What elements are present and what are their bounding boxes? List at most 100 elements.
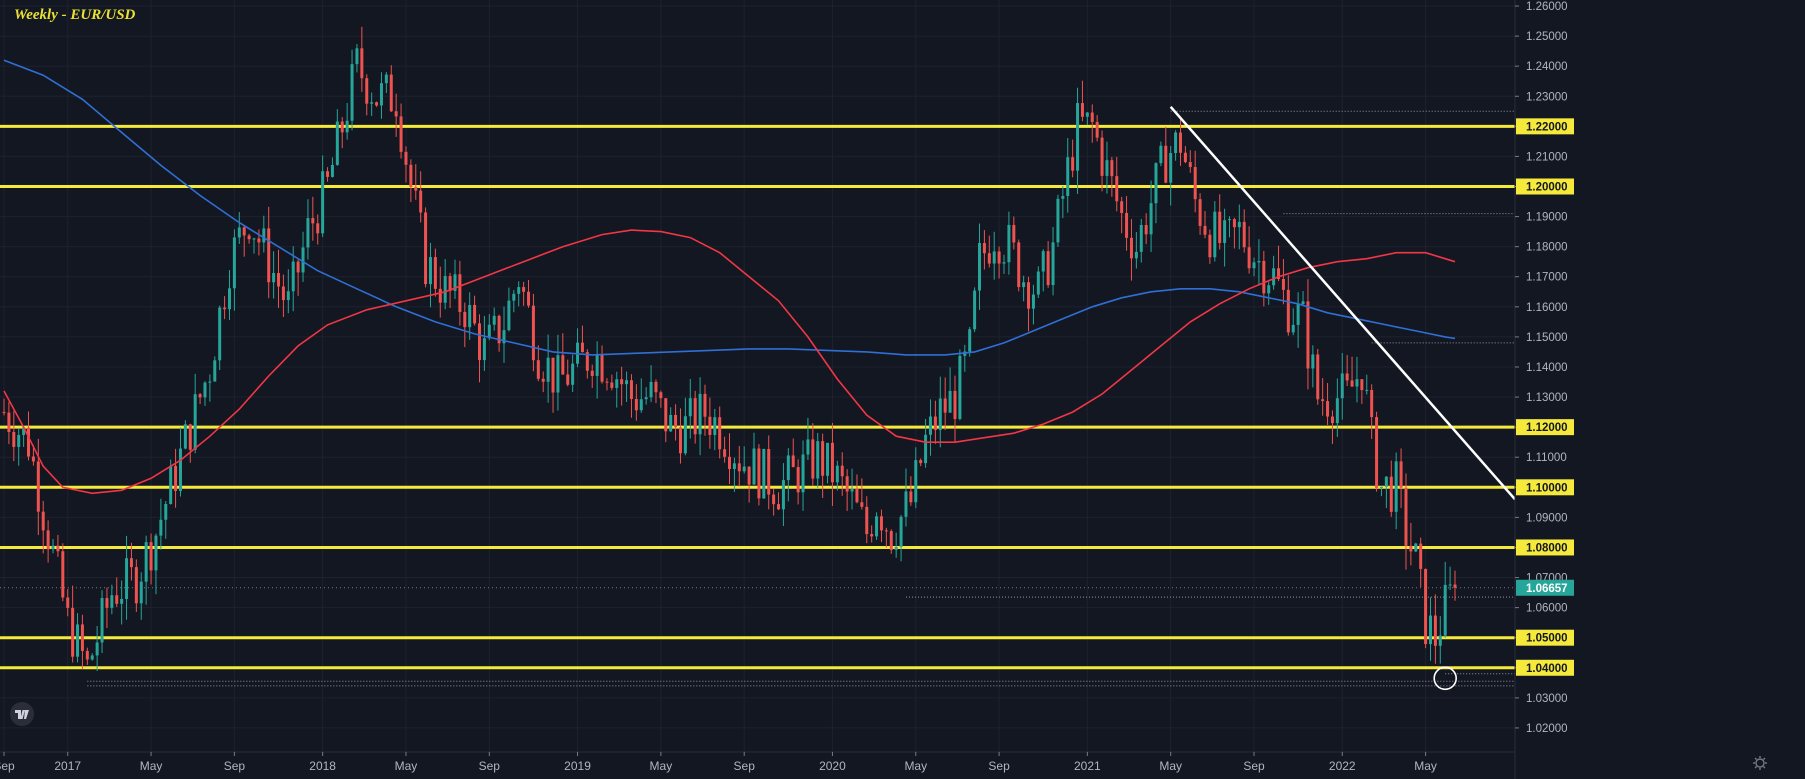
candle-body[interactable]: [1252, 262, 1256, 269]
candle-body[interactable]: [713, 417, 717, 435]
candle-body[interactable]: [1115, 176, 1119, 202]
candle-body[interactable]: [1071, 157, 1075, 171]
candle-body[interactable]: [1321, 399, 1325, 402]
candle-body[interactable]: [193, 394, 197, 450]
candle-body[interactable]: [345, 120, 349, 133]
candle-body[interactable]: [1061, 195, 1065, 199]
candle-body[interactable]: [384, 74, 388, 84]
candle-body[interactable]: [492, 315, 496, 325]
candle-body[interactable]: [561, 355, 565, 375]
candle-body[interactable]: [1360, 379, 1364, 391]
candle-body[interactable]: [899, 516, 903, 547]
candle-body[interactable]: [115, 595, 119, 604]
candle-body[interactable]: [1232, 219, 1236, 228]
candle-body[interactable]: [213, 360, 217, 382]
candle-body[interactable]: [953, 390, 957, 419]
candle-body[interactable]: [522, 287, 526, 292]
candle-body[interactable]: [169, 465, 173, 505]
candle-body[interactable]: [375, 102, 379, 106]
candle-body[interactable]: [889, 531, 893, 550]
candle-body[interactable]: [1311, 354, 1315, 369]
candle-body[interactable]: [884, 530, 888, 532]
candle-body[interactable]: [477, 323, 481, 361]
candle-body[interactable]: [708, 416, 712, 435]
candle-body[interactable]: [992, 251, 996, 264]
candle-body[interactable]: [1193, 167, 1197, 200]
candle-body[interactable]: [120, 598, 124, 604]
candle-body[interactable]: [1129, 237, 1133, 259]
candle-body[interactable]: [218, 307, 222, 361]
candle-body[interactable]: [409, 164, 413, 187]
candle-body[interactable]: [600, 353, 604, 382]
candle-body[interactable]: [1154, 163, 1158, 204]
candle-body[interactable]: [531, 305, 535, 361]
candle-body[interactable]: [149, 542, 153, 571]
candle-body[interactable]: [1370, 389, 1374, 418]
candle-body[interactable]: [938, 398, 942, 430]
candle-body[interactable]: [870, 534, 874, 537]
candle-body[interactable]: [7, 412, 11, 432]
candle-body[interactable]: [875, 516, 879, 537]
candle-body[interactable]: [164, 504, 168, 520]
price-chart[interactable]: 1.020001.030001.040001.050001.060001.070…: [0, 0, 1805, 779]
candle-body[interactable]: [1306, 301, 1310, 369]
candle-body[interactable]: [183, 424, 187, 449]
candle-body[interactable]: [620, 379, 624, 385]
candle-body[interactable]: [365, 78, 369, 104]
candle-body[interactable]: [580, 342, 584, 353]
candle-body[interactable]: [1399, 461, 1403, 488]
candle-body[interactable]: [571, 363, 575, 385]
candle-body[interactable]: [777, 504, 781, 510]
candle-body[interactable]: [66, 597, 70, 608]
candle-body[interactable]: [80, 624, 84, 651]
candle-body[interactable]: [51, 545, 55, 550]
candle-body[interactable]: [433, 257, 437, 289]
candle-body[interactable]: [595, 353, 599, 376]
candle-body[interactable]: [742, 466, 746, 472]
candle-body[interactable]: [379, 83, 383, 106]
candle-body[interactable]: [340, 121, 344, 133]
candle-body[interactable]: [438, 288, 442, 303]
candle-body[interactable]: [326, 171, 330, 177]
candle-body[interactable]: [419, 190, 423, 213]
candle-body[interactable]: [1080, 103, 1084, 117]
candle-body[interactable]: [1036, 271, 1040, 295]
candle-body[interactable]: [487, 324, 491, 339]
candle-body[interactable]: [41, 511, 45, 531]
candle-body[interactable]: [527, 291, 531, 306]
candle-body[interactable]: [129, 558, 133, 568]
candle-body[interactable]: [272, 273, 276, 283]
candle-body[interactable]: [1139, 224, 1143, 252]
candle-body[interactable]: [1208, 234, 1212, 258]
candle-body[interactable]: [424, 212, 428, 285]
candle-body[interactable]: [1022, 282, 1026, 288]
candle-body[interactable]: [767, 449, 771, 495]
candle-body[interactable]: [639, 399, 643, 411]
candle-body[interactable]: [1144, 224, 1148, 235]
candle-body[interactable]: [301, 247, 305, 273]
candle-body[interactable]: [978, 243, 982, 291]
candle-body[interactable]: [517, 287, 521, 294]
candle-body[interactable]: [1031, 294, 1035, 309]
candle-body[interactable]: [428, 257, 432, 285]
candle-body[interactable]: [850, 488, 854, 492]
candle-body[interactable]: [615, 379, 619, 388]
candle-body[interactable]: [507, 300, 511, 331]
candle-body[interactable]: [796, 467, 800, 493]
candle-body[interactable]: [546, 357, 550, 382]
candle-body[interactable]: [512, 293, 516, 301]
candle-body[interactable]: [1051, 242, 1055, 286]
candle-body[interactable]: [1213, 211, 1217, 258]
chart-container[interactable]: 1.020001.030001.040001.050001.060001.070…: [0, 0, 1805, 779]
candle-body[interactable]: [830, 442, 834, 483]
candle-body[interactable]: [1296, 304, 1300, 325]
candle-body[interactable]: [1242, 221, 1246, 248]
candle-body[interactable]: [350, 64, 354, 121]
candle-body[interactable]: [919, 460, 923, 464]
candle-body[interactable]: [458, 274, 462, 312]
candle-body[interactable]: [100, 598, 104, 643]
candle-body[interactable]: [76, 624, 80, 657]
candle-body[interactable]: [1164, 145, 1168, 183]
candle-body[interactable]: [1012, 224, 1016, 243]
candle-body[interactable]: [399, 116, 403, 152]
